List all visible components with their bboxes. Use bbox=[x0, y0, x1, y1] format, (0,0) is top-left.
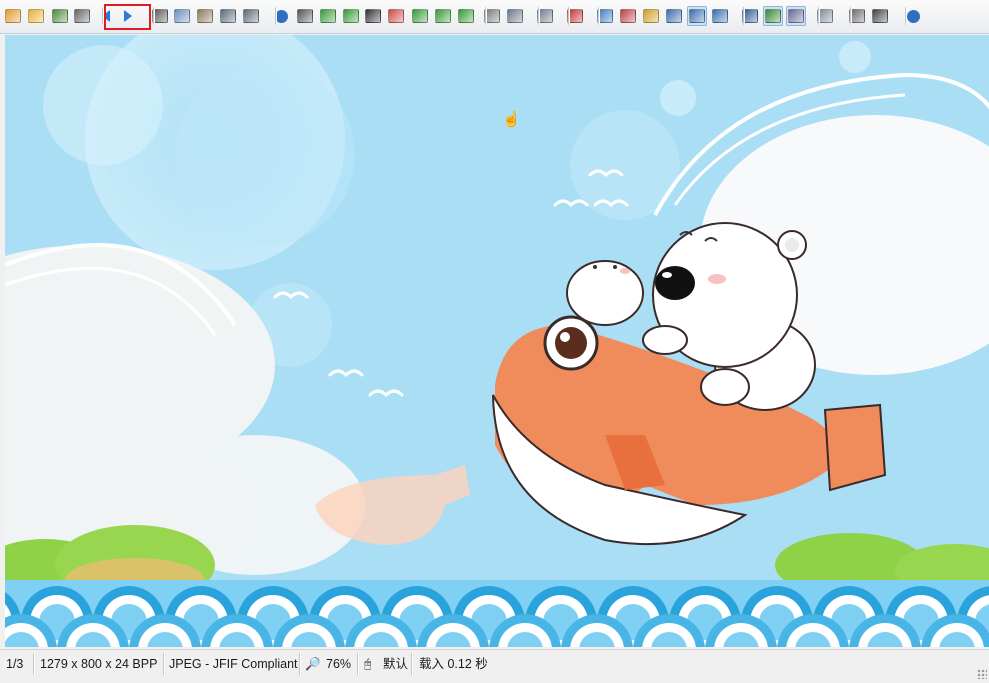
resize-icon bbox=[320, 9, 336, 23]
grayscale-button[interactable] bbox=[363, 6, 383, 26]
fit-width-button[interactable] bbox=[710, 6, 730, 26]
rotate-left-icon bbox=[435, 9, 451, 23]
undo-button[interactable] bbox=[218, 6, 238, 26]
zoom-out-button[interactable] bbox=[618, 6, 638, 26]
toolbar-separator bbox=[153, 7, 155, 25]
download-button[interactable] bbox=[341, 6, 361, 26]
info-button[interactable] bbox=[271, 6, 291, 26]
zoom-out-icon bbox=[620, 9, 636, 23]
load-time: 载入 0.12 秒 bbox=[419, 657, 488, 671]
resize-grip[interactable] bbox=[977, 669, 987, 679]
nav-buttons-highlight bbox=[104, 4, 151, 30]
page-indicator: 1/3 bbox=[6, 657, 24, 671]
image-viewport[interactable]: ☝ bbox=[5, 35, 989, 647]
camera-icon bbox=[297, 9, 313, 23]
rotate-right-button[interactable] bbox=[456, 6, 476, 26]
toolbar-separator bbox=[538, 7, 540, 25]
resize-button[interactable] bbox=[318, 6, 338, 26]
zoom-icon: 🔎 bbox=[305, 657, 321, 671]
thumbnails-icon bbox=[5, 9, 21, 23]
toolbar-separator bbox=[818, 7, 820, 25]
rotate-right-icon bbox=[458, 9, 474, 23]
redo-button[interactable] bbox=[241, 6, 261, 26]
image-format: JPEG - JFIF Compliant bbox=[169, 657, 298, 671]
flip-horizontal-icon bbox=[507, 9, 523, 23]
displayed-image bbox=[5, 35, 989, 647]
mouse-icon: 🖰 bbox=[364, 657, 372, 671]
download-icon bbox=[343, 9, 359, 23]
help-icon bbox=[906, 9, 920, 23]
fit-window-button[interactable] bbox=[664, 6, 684, 26]
zoom-reset-button[interactable] bbox=[641, 6, 661, 26]
paint-button[interactable] bbox=[786, 6, 806, 26]
paste-button[interactable] bbox=[195, 6, 215, 26]
redo-icon bbox=[243, 9, 259, 23]
hand-cursor-icon: ☝ bbox=[502, 111, 521, 128]
status-bar: 1/3 1279 x 800 x 24 BPP JPEG - JFIF Comp… bbox=[0, 649, 989, 683]
convert-icon bbox=[872, 9, 888, 23]
fit-image-button[interactable] bbox=[687, 6, 707, 26]
effects-button[interactable] bbox=[410, 6, 430, 26]
fit-window-icon bbox=[666, 9, 682, 23]
fit-width-icon bbox=[712, 9, 728, 23]
slideshow-button[interactable] bbox=[763, 6, 783, 26]
color-balance-button[interactable] bbox=[386, 6, 406, 26]
copy-icon bbox=[174, 9, 190, 23]
color-icon bbox=[388, 9, 404, 23]
open-button[interactable] bbox=[26, 6, 46, 26]
rotate-left-button[interactable] bbox=[433, 6, 453, 26]
convert-button[interactable] bbox=[870, 6, 890, 26]
toolbar-separator bbox=[743, 7, 745, 25]
fit-image-icon bbox=[689, 9, 705, 23]
paint-icon bbox=[788, 9, 804, 23]
copy-button[interactable] bbox=[172, 6, 192, 26]
folder-open-icon bbox=[28, 9, 44, 23]
image-dimensions: 1279 x 800 x 24 BPP bbox=[40, 657, 158, 671]
flip-horizontal-button[interactable] bbox=[505, 6, 525, 26]
toolbar-separator bbox=[485, 7, 487, 25]
toolbar-separator bbox=[905, 7, 907, 25]
mode-label: 默认 bbox=[383, 657, 409, 671]
toolbar-separator bbox=[598, 7, 600, 25]
grayscale-icon bbox=[365, 9, 381, 23]
effects-icon bbox=[412, 9, 428, 23]
save-button[interactable] bbox=[50, 6, 70, 26]
undo-icon bbox=[220, 9, 236, 23]
printer-icon bbox=[74, 9, 90, 23]
thumbnails-button[interactable] bbox=[3, 6, 23, 26]
capture-button[interactable] bbox=[295, 6, 315, 26]
slideshow-icon bbox=[765, 9, 781, 23]
toolbar-separator bbox=[850, 7, 852, 25]
zoom-level[interactable]: 76% bbox=[326, 655, 351, 673]
zoom-reset-icon bbox=[643, 9, 659, 23]
paste-icon bbox=[197, 9, 213, 23]
toolbar-separator bbox=[275, 7, 277, 25]
save-icon bbox=[52, 9, 68, 23]
toolbar-separator bbox=[568, 7, 570, 25]
print-button[interactable] bbox=[72, 6, 92, 26]
